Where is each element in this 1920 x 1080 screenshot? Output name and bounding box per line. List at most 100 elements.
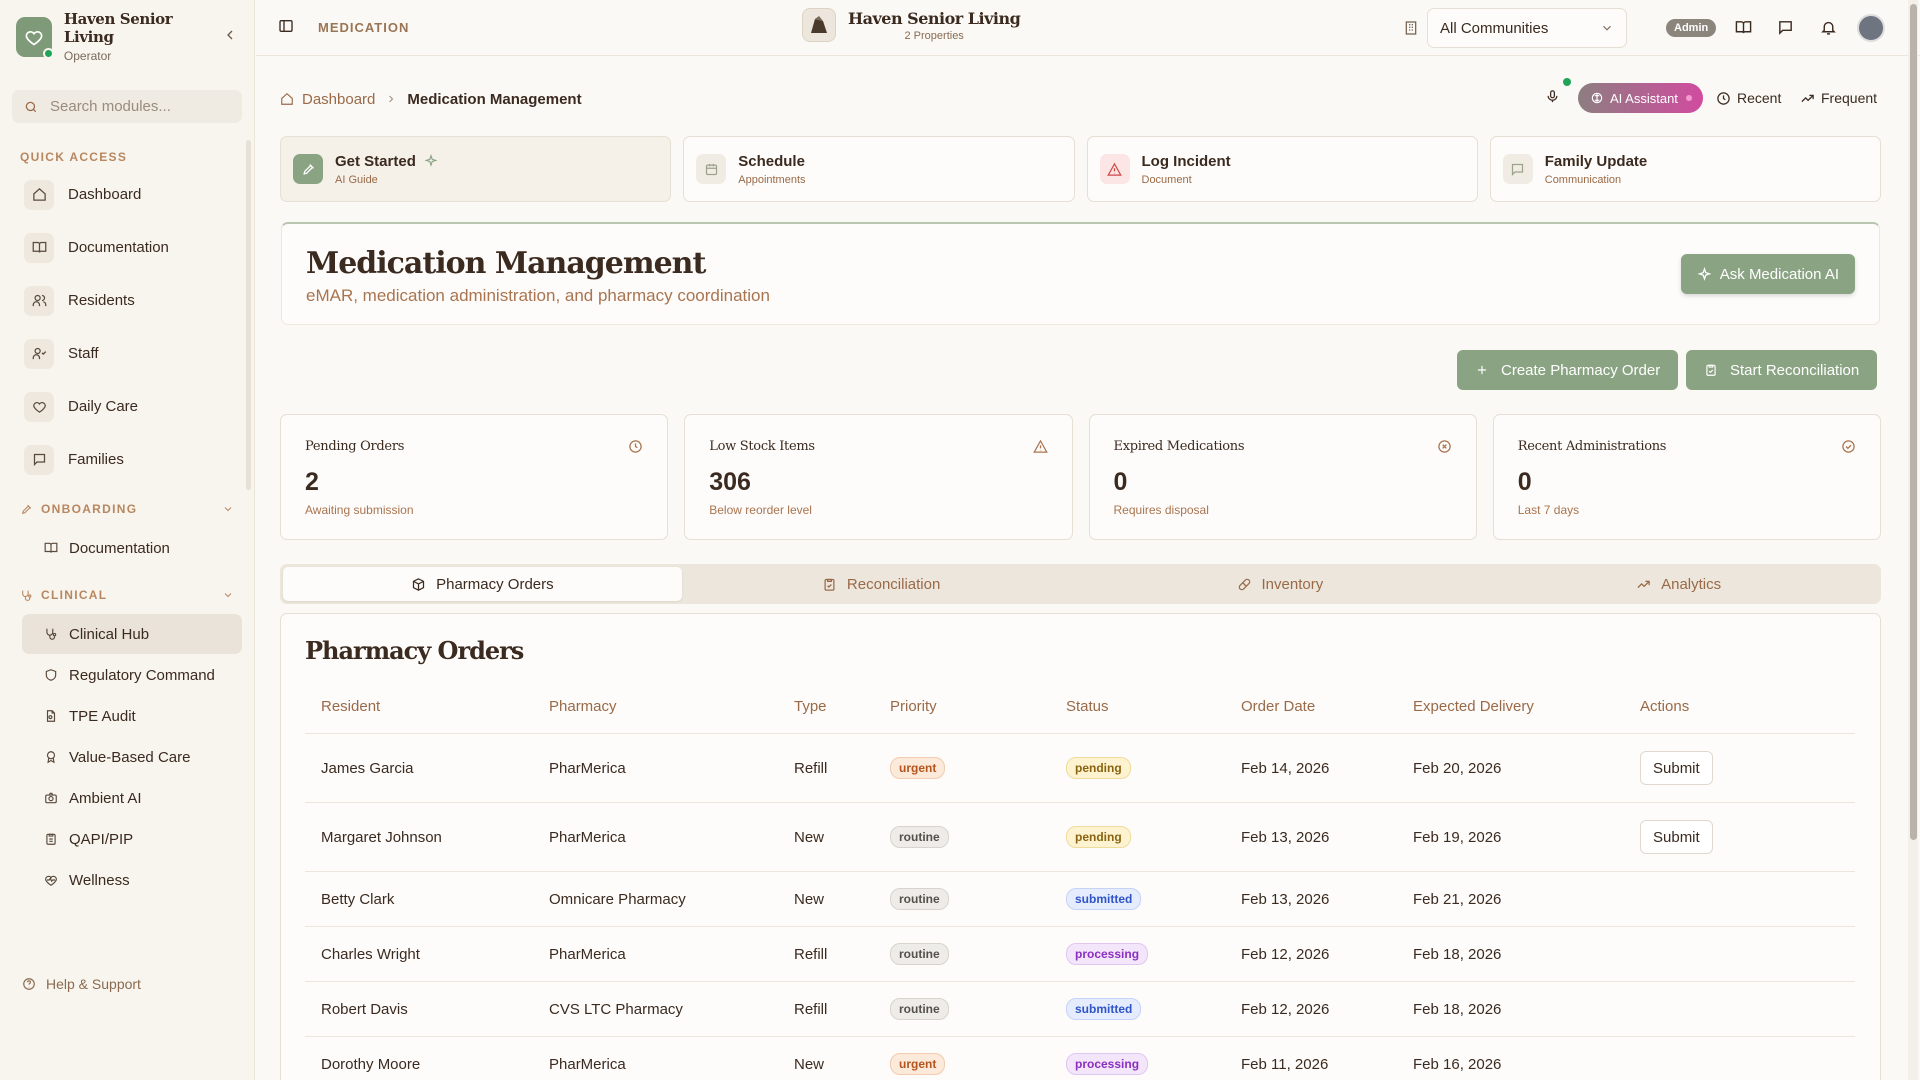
sidebar-item-ambient-ai[interactable]: Ambient AI <box>22 778 242 818</box>
sidebar-item-label: Dashboard <box>68 186 142 203</box>
user-avatar[interactable] <box>1857 14 1885 42</box>
user-check-icon <box>24 338 54 369</box>
get-started-card[interactable]: Get Started AI Guide <box>280 136 672 202</box>
stat-label: Low Stock Items <box>709 439 815 454</box>
sidebar-item-label: Families <box>68 451 124 468</box>
breadcrumb-current: Medication Management <box>407 90 582 108</box>
sidebar-item-wellness[interactable]: Wellness <box>22 860 242 900</box>
sidebar-item-value-based-care[interactable]: Value-Based Care <box>22 737 242 777</box>
schedule-card[interactable]: Schedule Appointments <box>683 136 1075 202</box>
sidebar-item-clinical-hub[interactable]: Clinical Hub <box>22 614 242 654</box>
sidebar-item-tpe-audit[interactable]: TPE Audit <box>22 696 242 736</box>
onboarding-group-toggle[interactable]: ONBOARDING <box>0 496 254 522</box>
clipboard-icon <box>46 833 56 845</box>
heart-pulse-icon <box>45 875 57 886</box>
priority-badge: routine <box>890 888 949 910</box>
log-incident-card[interactable]: Log Incident Document <box>1086 136 1478 202</box>
collapse-sidebar-button[interactable] <box>222 27 238 47</box>
table-row: James Garcia PharMerica Refill urgent pendin… <box>305 734 1855 803</box>
sidebar-item-documentation[interactable]: Documentation <box>24 225 242 270</box>
home-icon <box>24 179 54 210</box>
ask-medication-ai-button[interactable]: Ask Medication AI <box>1680 254 1855 294</box>
priority-cell: routine <box>890 803 949 871</box>
package-icon <box>412 577 425 591</box>
brand-name: Haven Senior Living <box>63 10 173 46</box>
type-cell: New <box>794 828 825 846</box>
search-placeholder: Search modules... <box>50 98 171 115</box>
status-cell: submitted <box>1066 982 1142 1036</box>
stat-pending-orders: Pending Orders 2 Awaiting submission <box>280 414 669 540</box>
frequent-button[interactable]: Frequent <box>1800 90 1877 106</box>
trend-up-icon <box>1801 94 1814 102</box>
sidebar-scrollbar[interactable] <box>246 140 251 490</box>
tab-pharmacy-orders[interactable]: Pharmacy Orders <box>283 567 682 601</box>
start-reconciliation-button[interactable]: Start Reconciliation <box>1686 350 1878 390</box>
actions-cell: Submit <box>1640 734 1713 802</box>
tab-inventory[interactable]: Inventory <box>1081 567 1480 601</box>
sidebar-item-staff[interactable]: Staff <box>24 331 242 376</box>
sidebar-item-dashboard[interactable]: Dashboard <box>24 172 242 217</box>
priority-badge: routine <box>890 943 949 965</box>
clock-icon <box>1717 91 1730 105</box>
sidebar-item-residents[interactable]: Residents <box>24 278 242 323</box>
priority-cell: urgent <box>890 1037 946 1080</box>
ai-assistant-button[interactable]: AI Assistant <box>1578 83 1703 113</box>
sidebar-item-families[interactable]: Families <box>24 437 242 482</box>
sidebar-item-onboarding-documentation[interactable]: Documentation <box>22 528 242 568</box>
messages-button[interactable] <box>1777 19 1794 40</box>
help-support-link[interactable]: Help & Support <box>22 976 141 992</box>
book-icon <box>24 232 54 263</box>
resident-cell: Charles Wright <box>321 945 420 963</box>
pharmacy-cell: CVS LTC Pharmacy <box>549 1000 683 1018</box>
sidebar-item-regulatory-command[interactable]: Regulatory Command <box>22 655 242 695</box>
page-scrollbar[interactable] <box>1908 0 1918 1080</box>
table-row: Dorothy Moore PharMerica New urgent processi… <box>305 1037 1855 1080</box>
recent-button[interactable]: Recent <box>1716 90 1781 106</box>
brand-logo[interactable] <box>16 16 54 59</box>
family-update-card[interactable]: Family Update Communication <box>1489 136 1881 202</box>
column-header: Order Date <box>1241 698 1316 715</box>
priority-badge: urgent <box>890 757 946 779</box>
card-subtitle: Document <box>1141 173 1192 186</box>
table-row: Margaret Johnson PharMerica New routine pend… <box>305 803 1855 872</box>
quick-action-cards: Get Started AI Guide Schedule Appointmen… <box>280 136 1881 202</box>
tab-analytics[interactable]: Analytics <box>1479 567 1878 601</box>
sidebar-item-daily-care[interactable]: Daily Care <box>24 384 242 429</box>
tab-label: Reconciliation <box>846 575 941 593</box>
file-search-icon <box>46 710 56 722</box>
status-cell: pending <box>1066 803 1131 871</box>
tab-reconciliation[interactable]: Reconciliation <box>682 567 1081 601</box>
scrollbar-thumb[interactable] <box>1910 4 1917 840</box>
brain-icon <box>1591 92 1603 104</box>
breadcrumb-dashboard-link[interactable]: Dashboard <box>280 91 375 108</box>
center-brand-name: Haven Senior Living <box>848 8 1021 28</box>
order-date-cell: Feb 12, 2026 <box>1241 945 1330 963</box>
brand-role: Operator <box>63 49 112 63</box>
create-pharmacy-order-button[interactable]: Create Pharmacy Order <box>1457 350 1679 390</box>
quick-access-label: QUICK ACCESS <box>20 150 128 164</box>
stat-label: Recent Administrations <box>1517 439 1667 454</box>
page-subtitle: eMAR, medication administration, and pha… <box>306 286 770 305</box>
docs-button[interactable] <box>1735 19 1752 40</box>
sidebar-item-label: Regulatory Command <box>69 666 215 684</box>
resident-cell: Robert Davis <box>321 1000 408 1018</box>
submit-order-button[interactable]: Submit <box>1640 751 1713 785</box>
module-search-input[interactable]: Search modules... <box>12 90 242 123</box>
delivery-cell: Feb 21, 2026 <box>1413 890 1502 908</box>
toggle-sidebar-button[interactable] <box>278 18 294 38</box>
notifications-button[interactable] <box>1820 19 1837 40</box>
status-badge: pending <box>1066 826 1131 848</box>
voice-input-button[interactable] <box>1545 89 1560 108</box>
clinical-group-toggle[interactable]: CLINICAL <box>0 582 254 608</box>
submit-order-button[interactable]: Submit <box>1640 820 1713 854</box>
sidebar-item-label: Documentation <box>68 239 169 256</box>
status-cell: processing <box>1066 1037 1149 1080</box>
sidebar-item-qapi-pip[interactable]: QAPI/PIP <box>22 819 242 859</box>
community-select[interactable]: All Communities <box>1427 8 1627 48</box>
column-header: Expected Delivery <box>1413 698 1534 715</box>
rocket-icon <box>21 504 32 514</box>
column-header: Status <box>1066 698 1109 715</box>
voice-status-dot <box>1563 78 1571 86</box>
delivery-cell: Feb 20, 2026 <box>1413 759 1502 777</box>
delivery-cell: Feb 18, 2026 <box>1413 945 1502 963</box>
